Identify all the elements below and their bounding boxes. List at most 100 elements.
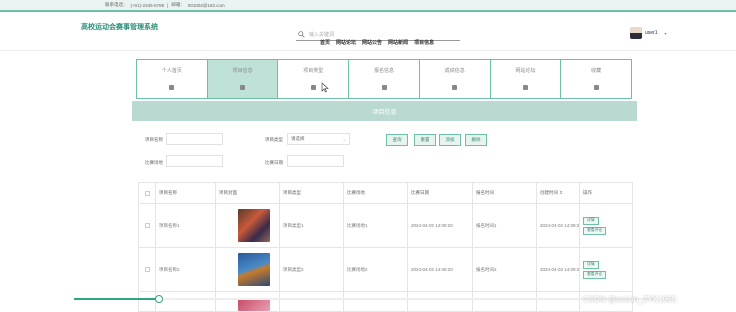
date-cell: 2024-04-02 14:09:20 <box>408 248 473 291</box>
search-icon[interactable] <box>298 31 305 38</box>
username[interactable]: user1 <box>645 30 658 36</box>
chevron-down-icon[interactable]: ▾ <box>665 31 667 36</box>
mouse-cursor-icon <box>321 82 329 93</box>
project-cover-image[interactable] <box>238 209 270 242</box>
column-header: 操作 <box>580 183 633 203</box>
tab-score-info[interactable]: 成绩信息 <box>418 59 490 99</box>
actions-cell: 详情 查看评论 <box>580 248 633 291</box>
venue-cell: 比赛场地2 <box>344 248 408 291</box>
nav-news[interactable]: 网站新闻 <box>388 39 408 46</box>
tab-label: 成绩信息 <box>444 68 465 74</box>
date-cell <box>408 292 473 311</box>
header-divider <box>0 50 736 51</box>
venue-cell: 比赛场地1 <box>344 204 408 247</box>
search-placeholder: 输入关键词 <box>309 32 335 38</box>
site-header: 高校运动会赛事管理系统 输入关键词 user1 ▾ <box>0 12 736 52</box>
column-header[interactable]: 项目名称 <box>156 183 216 203</box>
row-checkbox[interactable] <box>144 223 150 228</box>
created-cell: 2024-04-02 14:09:20 <box>537 204 580 247</box>
details-button[interactable]: 详情 <box>583 260 599 269</box>
column-header[interactable]: 比赛场地 <box>344 183 408 203</box>
table-row[interactable]: 项目名称2 项目类型2 比赛场地2 2024-04-02 14:09:20 报名… <box>139 248 633 292</box>
project-type-cell <box>280 292 344 311</box>
project-cover-cell <box>216 204 280 247</box>
add-button[interactable]: 添加 <box>439 134 461 146</box>
tab-personal-home[interactable]: 个人首页 <box>136 59 207 99</box>
column-header[interactable]: 报名时间 <box>473 183 537 203</box>
tab-project-info[interactable]: 项目信息 <box>206 59 278 99</box>
email-label: 邮箱： <box>171 2 185 7</box>
tab-signup-info[interactable]: 报名信息 <box>348 59 419 99</box>
table-row[interactable]: 项目名称1 项目类型1 比赛场地1 2024-04-02 14:09:20 报名… <box>139 204 633 248</box>
project-cover-image[interactable] <box>238 299 270 311</box>
select-all-checkbox[interactable] <box>144 190 150 196</box>
horizontal-scrollbar-progress[interactable] <box>74 298 160 300</box>
created-cell <box>537 292 580 311</box>
view-comments-button[interactable]: 查看评论 <box>583 226 607 235</box>
delete-button[interactable]: 删除 <box>465 134 487 146</box>
row-select-cell <box>139 292 156 311</box>
nav-forum[interactable]: 网站论坛 <box>336 39 356 46</box>
tab-label: 收藏 <box>591 68 602 74</box>
list-icon <box>310 85 316 90</box>
phone-number: (+01)-2345-6789 <box>130 2 165 8</box>
user-menu[interactable]: user1 ▾ <box>630 27 667 39</box>
project-type-label: 项目类型 <box>265 137 283 142</box>
row-actions: 详情 查看评论 <box>583 216 607 235</box>
reset-button[interactable]: 重置 <box>414 134 436 146</box>
site-title[interactable]: 高校运动会赛事管理系统 <box>81 22 158 32</box>
project-cover-cell <box>216 248 280 291</box>
project-name-label: 项目名称 <box>145 137 163 142</box>
tab-favorites[interactable]: 收藏 <box>560 59 633 99</box>
doc-icon <box>240 85 246 90</box>
tab-label: 个人首页 <box>161 68 182 74</box>
tab-label: 项目信息 <box>232 68 253 74</box>
column-header-created[interactable]: 创建时间 ⇕ <box>537 183 580 203</box>
signup-cell: 报名时间2 <box>473 248 537 291</box>
row-select-cell <box>139 248 156 291</box>
form-icon <box>381 85 387 90</box>
project-name-cell: 项目名称1 <box>156 204 216 247</box>
project-type-select[interactable]: 请选择 ⌄ <box>287 133 350 145</box>
avatar[interactable] <box>630 27 642 39</box>
tab-forum[interactable]: 网站论坛 <box>489 59 561 99</box>
star-icon <box>593 85 599 90</box>
date-input[interactable] <box>287 155 344 167</box>
nav-notice[interactable]: 网站公告 <box>362 39 382 46</box>
table-row[interactable] <box>139 292 633 312</box>
tab-project-type[interactable]: 项目类型 <box>277 59 349 99</box>
project-cover-image[interactable] <box>238 253 270 286</box>
nav-projects[interactable]: 项目信息 <box>414 39 434 46</box>
sort-icon[interactable]: ⇕ <box>559 190 563 196</box>
search-button[interactable]: 查询 <box>386 134 408 146</box>
nav-home[interactable]: 首页 <box>320 39 330 46</box>
column-header[interactable]: 项目封面 <box>216 183 280 203</box>
home-icon <box>169 85 175 90</box>
column-header[interactable]: 项目类型 <box>280 183 344 203</box>
chart-icon <box>452 85 458 90</box>
category-tabs: 个人首页 项目信息 项目类型 报名信息 成绩信息 网站论坛 收藏 <box>136 59 633 99</box>
signup-cell <box>473 292 537 311</box>
tab-label: 项目类型 <box>303 68 324 74</box>
venue-input[interactable] <box>166 155 223 167</box>
scrollbar-handle[interactable] <box>155 295 163 303</box>
chat-icon <box>522 85 528 90</box>
column-header[interactable]: 比赛日期 <box>408 183 473 203</box>
project-type-cell: 项目类型1 <box>280 204 344 247</box>
contact-bar: 联系电话： (+01)-2345-6789 | 邮箱： 001002@163.c… <box>0 0 736 12</box>
row-select-cell <box>139 204 156 247</box>
row-checkbox[interactable] <box>144 267 150 272</box>
row-actions: 详情 查看评论 <box>583 260 607 279</box>
project-name-cell: 项目名称2 <box>156 248 216 291</box>
details-button[interactable]: 详情 <box>583 216 599 225</box>
project-name-input[interactable] <box>166 133 223 145</box>
project-table: 项目名称 项目封面 项目类型 比赛场地 比赛日期 报名时间 创建时间 ⇕ 操作 … <box>138 182 633 312</box>
column-header-label: 创建时间 <box>540 190 558 195</box>
view-comments-button[interactable]: 查看评论 <box>583 270 607 279</box>
actions-cell: 详情 查看评论 <box>580 204 633 247</box>
email-address: 001002@163.com <box>187 2 225 8</box>
phone-label: 联系电话： <box>105 2 128 7</box>
created-cell: 2024-04-02 14:09:20 <box>537 248 580 291</box>
contact-separator: | <box>167 2 169 8</box>
signup-cell: 报名时间1 <box>473 204 537 247</box>
